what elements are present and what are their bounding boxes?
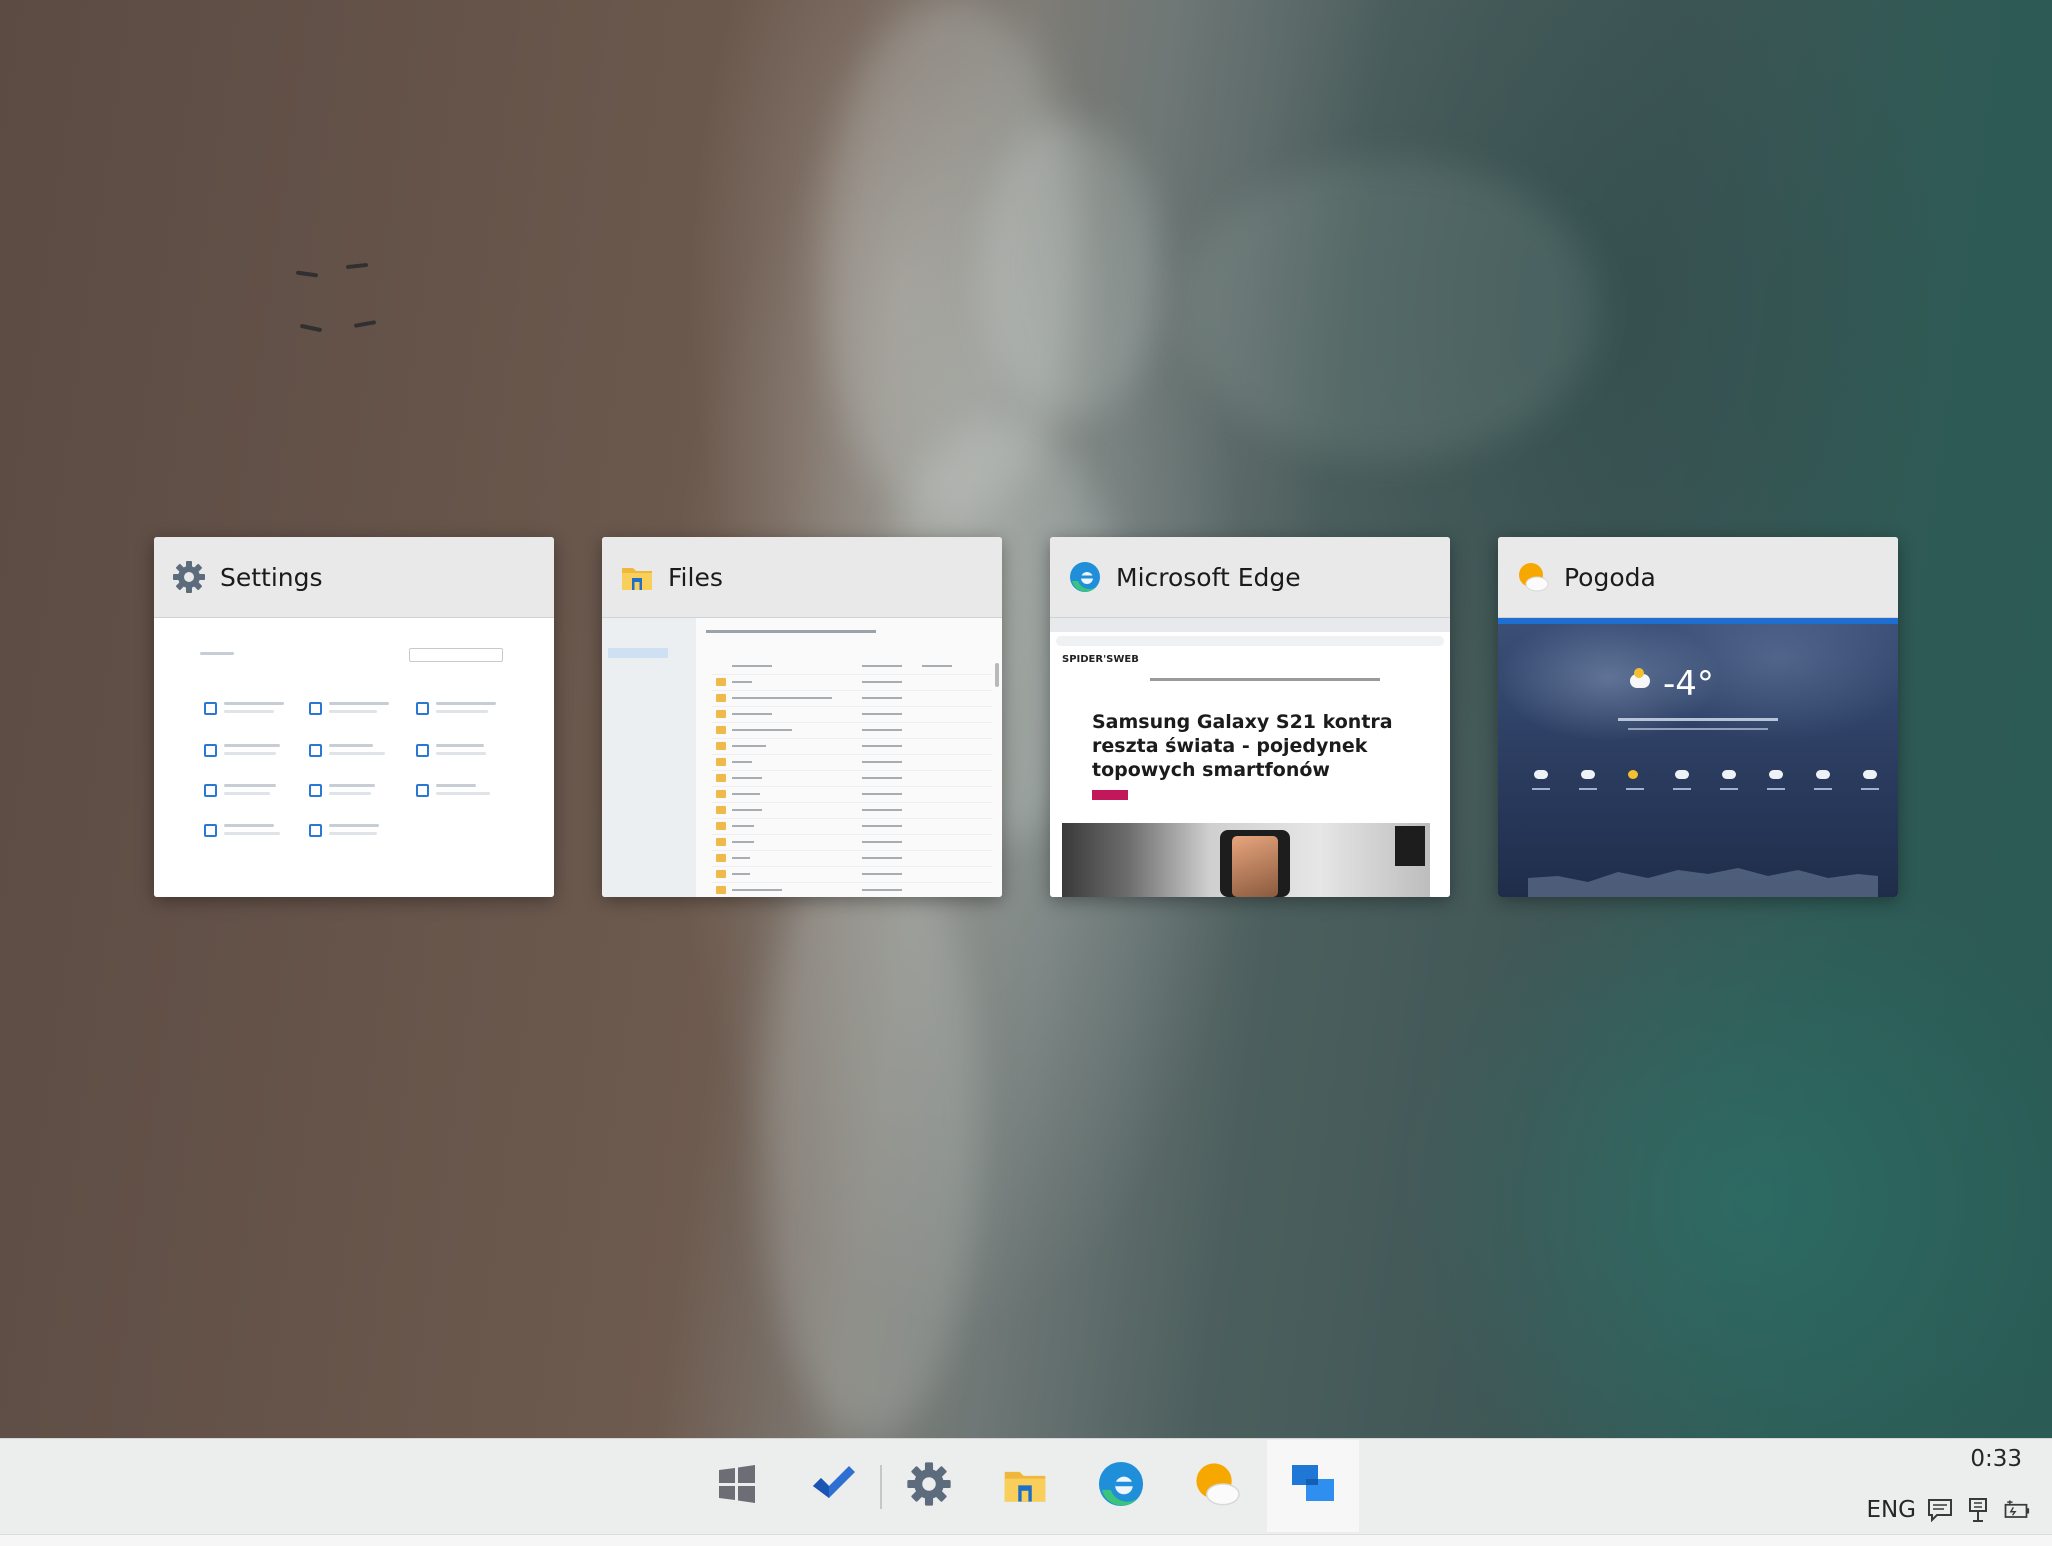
window-title: Settings — [220, 562, 323, 592]
checkmark-icon — [809, 1464, 857, 1508]
task-view-icon — [1290, 1463, 1336, 1509]
window-preview-weather: -4° — [1498, 618, 1898, 897]
edge-icon — [1096, 1459, 1146, 1513]
window-preview-edge: SPIDER'SWEB Samsung Galaxy S21 kontra re… — [1050, 618, 1450, 897]
window-card-edge[interactable]: Microsoft Edge SPIDER'SWEB Samsung Galax… — [1050, 537, 1450, 897]
taskbar-edge-button[interactable] — [1075, 1440, 1167, 1532]
window-card-weather[interactable]: Pogoda -4° — [1498, 537, 1898, 897]
todo-button[interactable] — [787, 1440, 879, 1532]
window-card-header: Settings — [154, 537, 554, 618]
cloud-sun-icon — [1630, 668, 1650, 688]
task-view-button[interactable] — [1267, 1440, 1359, 1532]
edge-icon — [1068, 560, 1102, 594]
taskbar-edge — [0, 1534, 2052, 1546]
language-indicator[interactable]: ENG — [1866, 1497, 1916, 1523]
window-card-header: Microsoft Edge — [1050, 537, 1450, 618]
taskbar-files-button[interactable] — [979, 1440, 1071, 1532]
network-icon[interactable] — [1964, 1496, 1992, 1524]
window-card-header: Files — [602, 537, 1002, 618]
window-title: Files — [668, 562, 723, 592]
windows-logo-icon — [717, 1464, 757, 1508]
clock[interactable]: 0:33 — [1970, 1446, 2022, 1472]
taskbar-settings-button[interactable] — [883, 1440, 975, 1532]
article-headline: Samsung Galaxy S21 kontra reszta świata … — [1092, 711, 1393, 781]
taskbar-separator — [880, 1465, 882, 1509]
start-button[interactable] — [691, 1440, 783, 1532]
window-title: Microsoft Edge — [1116, 562, 1301, 592]
gear-icon — [172, 560, 206, 594]
weather-icon — [1516, 560, 1550, 594]
battery-icon[interactable] — [2002, 1496, 2030, 1524]
window-card-header: Pogoda — [1498, 537, 1898, 618]
window-preview-settings — [154, 618, 554, 897]
window-card-settings[interactable]: Settings — [154, 537, 554, 897]
site-logo: SPIDER'SWEB — [1062, 654, 1139, 665]
message-icon[interactable] — [1926, 1496, 1954, 1524]
gear-icon — [906, 1461, 952, 1511]
taskbar-weather-button[interactable] — [1171, 1440, 1263, 1532]
system-tray: ENG — [1866, 1496, 2030, 1524]
window-title: Pogoda — [1564, 562, 1656, 592]
window-card-files[interactable]: Files — [602, 537, 1002, 897]
window-preview-files — [602, 618, 1002, 897]
current-temperature: -4° — [1663, 664, 1714, 704]
folder-icon — [620, 560, 654, 594]
folder-icon — [1000, 1461, 1050, 1511]
weather-icon — [1192, 1459, 1242, 1513]
task-switcher: Settings Files Microsoft Edge SPIDER'SWE… — [0, 0, 2052, 1438]
